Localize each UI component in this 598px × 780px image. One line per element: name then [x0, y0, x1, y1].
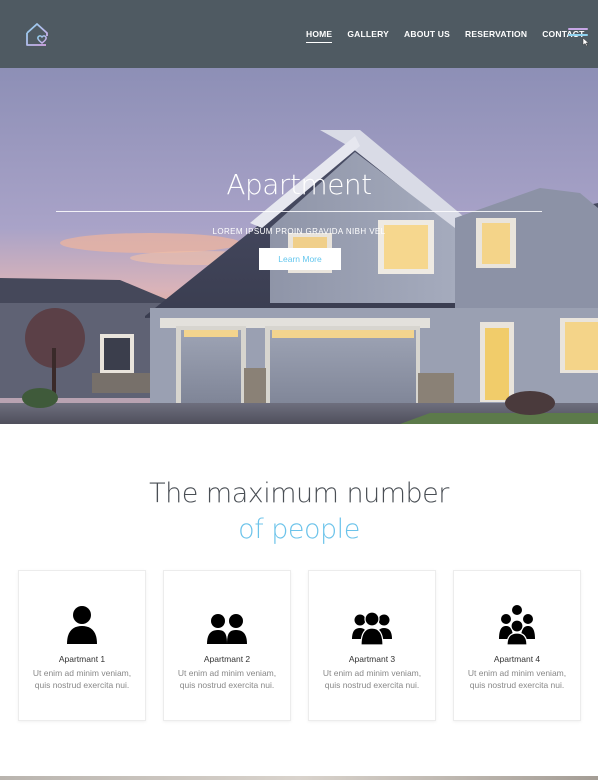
card-text: Ut enim ad minim veniam, quis nostrud ex…	[467, 668, 567, 690]
person-icon	[67, 606, 97, 644]
nav-home[interactable]: HOME	[306, 29, 333, 43]
four-people-icon	[499, 605, 535, 645]
hero-subtitle: LOREM IPSUM PROIN GRAVIDA NIBH VEL	[212, 227, 386, 236]
section-title-accent: of people	[238, 514, 360, 545]
nav-about-us[interactable]: ABOUT US	[404, 29, 450, 39]
apartment-card[interactable]: Apartmant 1 Ut enim ad minim veniam, qui…	[18, 570, 146, 721]
apartment-card[interactable]: Apartmant 3 Ut enim ad minim veniam, qui…	[308, 570, 436, 721]
two-people-icon	[207, 614, 247, 644]
site-header: HOME GALLERY ABOUT US RESERVATION CONTAC…	[0, 0, 598, 68]
apartment-card[interactable]: Apartmant 4 Ut enim ad minim veniam, qui…	[453, 570, 581, 721]
nav-reservation[interactable]: RESERVATION	[465, 29, 527, 39]
main-nav: HOME GALLERY ABOUT US RESERVATION CONTAC…	[306, 0, 598, 68]
hero-banner: Apartment LOREM IPSUM PROIN GRAVIDA NIBH…	[0, 68, 598, 424]
card-text: Ut enim ad minim veniam, quis nostrud ex…	[322, 668, 422, 690]
section-title: The maximum number	[149, 478, 449, 509]
card-title: Apartmant 1	[58, 654, 106, 664]
learn-more-button[interactable]: Learn More	[259, 248, 341, 270]
hero-title: Apartment	[226, 168, 372, 201]
card-text: Ut enim ad minim veniam, quis nostrud ex…	[32, 668, 132, 690]
house-heart-icon[interactable]	[24, 21, 52, 47]
card-title: Apartmant 3	[348, 654, 396, 664]
footer-image-edge	[0, 776, 598, 780]
card-title: Apartmant 2	[203, 654, 251, 664]
apartment-card[interactable]: Apartmant 2 Ut enim ad minim veniam, qui…	[163, 570, 291, 721]
card-text: Ut enim ad minim veniam, quis nostrud ex…	[177, 668, 277, 690]
hero-divider	[56, 211, 542, 212]
nav-gallery[interactable]: GALLERY	[347, 29, 389, 39]
card-title: Apartmant 4	[493, 654, 541, 664]
three-people-icon	[352, 611, 392, 645]
hamburger-menu-icon[interactable]	[568, 28, 590, 47]
house-photo	[0, 68, 598, 424]
cursor-icon	[582, 37, 590, 47]
